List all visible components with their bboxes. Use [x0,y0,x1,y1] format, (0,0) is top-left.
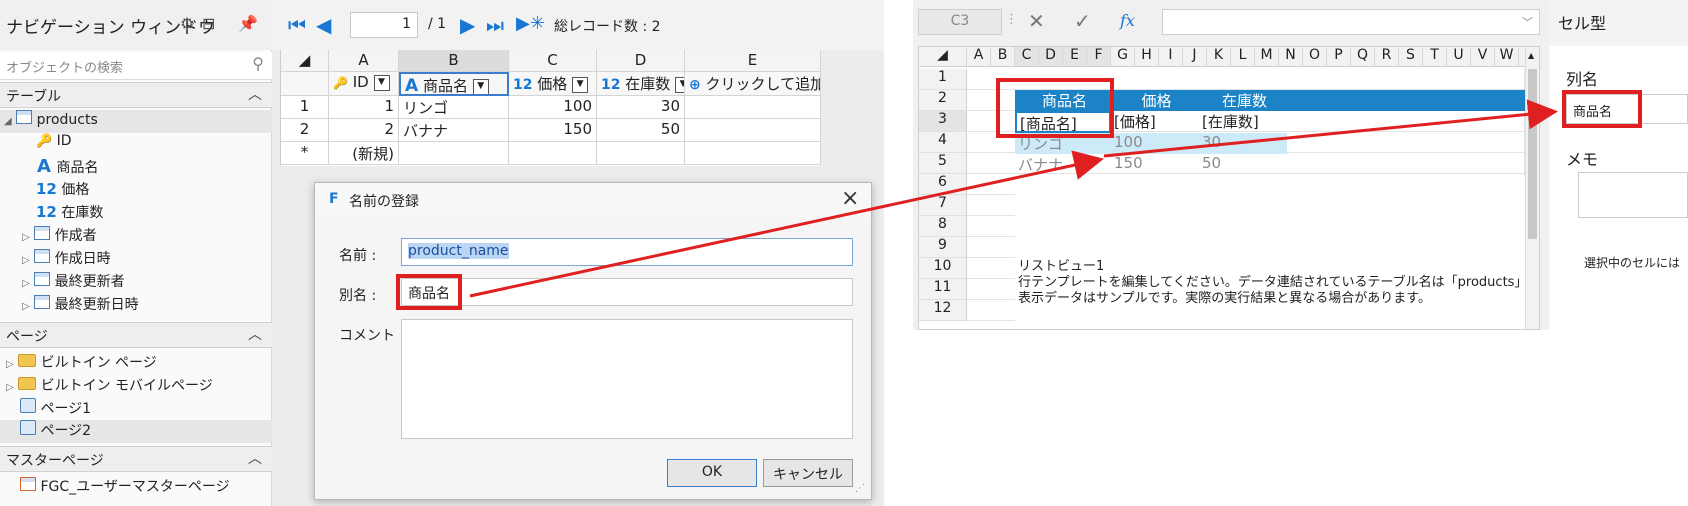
arrow-to-sheet [469,150,1104,298]
arrow-to-property [1103,99,1558,158]
annotation-arrows [469,99,1558,298]
